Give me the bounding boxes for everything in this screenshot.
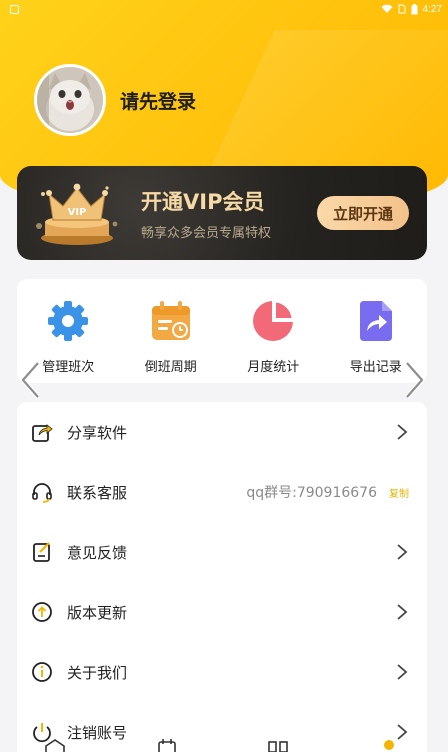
- pie-chart-icon: [253, 299, 295, 341]
- menu-about-us[interactable]: 关于我们: [17, 642, 427, 702]
- menu-contact-service[interactable]: 联系客服 qq群号:790916676 复制: [17, 462, 427, 522]
- tool-monthly-stats[interactable]: 月度统计: [228, 299, 318, 383]
- vip-banner[interactable]: VIP 开通VIP会员 畅享众多会员专属特权 立即开通: [17, 166, 427, 260]
- status-time: 4:27: [422, 3, 442, 15]
- chevron-right-icon: [397, 664, 408, 680]
- chevron-right-icon: [397, 424, 408, 440]
- headset-icon: [32, 483, 52, 503]
- calendar-tab-icon[interactable]: [156, 738, 178, 752]
- calendar-icon: [151, 301, 190, 340]
- update-icon: [32, 602, 52, 622]
- status-bar: 4:27: [0, 0, 448, 18]
- battery-icon: [411, 3, 418, 14]
- menu-feedback[interactable]: 意见反馈: [17, 522, 427, 582]
- wifi-icon: [381, 4, 393, 13]
- tool-label: 导出记录: [349, 360, 402, 375]
- cat-avatar-image: [37, 67, 103, 133]
- feedback-icon: [33, 542, 50, 562]
- tool-grid: 管理班次 倒班周期 月度统计 导出记录: [17, 279, 427, 383]
- menu-label: 分享软件: [67, 423, 128, 442]
- sim-icon: [398, 4, 406, 14]
- share-icon: [32, 424, 53, 442]
- avatar[interactable]: [34, 64, 106, 136]
- profile-header[interactable]: 请先登录: [34, 64, 196, 136]
- tool-label: 月度统计: [247, 360, 300, 375]
- chevron-right-icon: [397, 544, 408, 560]
- menu-label: 联系客服: [67, 483, 128, 502]
- menu-version-update[interactable]: 版本更新: [17, 582, 427, 642]
- tool-label: 管理班次: [42, 360, 95, 375]
- home-icon[interactable]: [44, 738, 66, 752]
- tool-shift-cycle[interactable]: 倒班周期: [126, 299, 216, 383]
- login-prompt[interactable]: 请先登录: [120, 87, 196, 114]
- settings-menu: 分享软件 联系客服 qq群号:790916676 复制 意见反馈 版本更新 关于…: [17, 402, 427, 752]
- export-icon: [359, 301, 392, 341]
- open-vip-button[interactable]: 立即开通: [317, 196, 409, 230]
- notification-icon: [10, 4, 19, 14]
- vip-subtitle: 畅享众多会员专属特权: [141, 225, 272, 241]
- menu-share-app[interactable]: 分享软件: [17, 402, 427, 462]
- carousel-prev-arrow[interactable]: [18, 360, 44, 400]
- info-icon: [32, 662, 52, 682]
- menu-label: 意见反馈: [67, 543, 128, 562]
- bottom-navigation: [0, 738, 448, 752]
- menu-label: 关于我们: [67, 663, 128, 682]
- vip-title: 开通VIP会员: [141, 189, 265, 214]
- tool-label: 倒班周期: [144, 360, 197, 375]
- profile-tab-icon[interactable]: [378, 738, 400, 752]
- vip-crown-icon: VIP: [17, 166, 127, 260]
- copy-button[interactable]: 复制: [389, 485, 409, 500]
- chevron-right-icon: [397, 604, 408, 620]
- qq-group-number: qq群号:790916676: [246, 485, 377, 501]
- vip-badge-text: VIP: [68, 207, 87, 218]
- grid-tab-icon[interactable]: [267, 738, 289, 752]
- menu-label: 版本更新: [67, 603, 128, 622]
- carousel-next-arrow[interactable]: [401, 360, 427, 400]
- gear-icon: [48, 301, 89, 341]
